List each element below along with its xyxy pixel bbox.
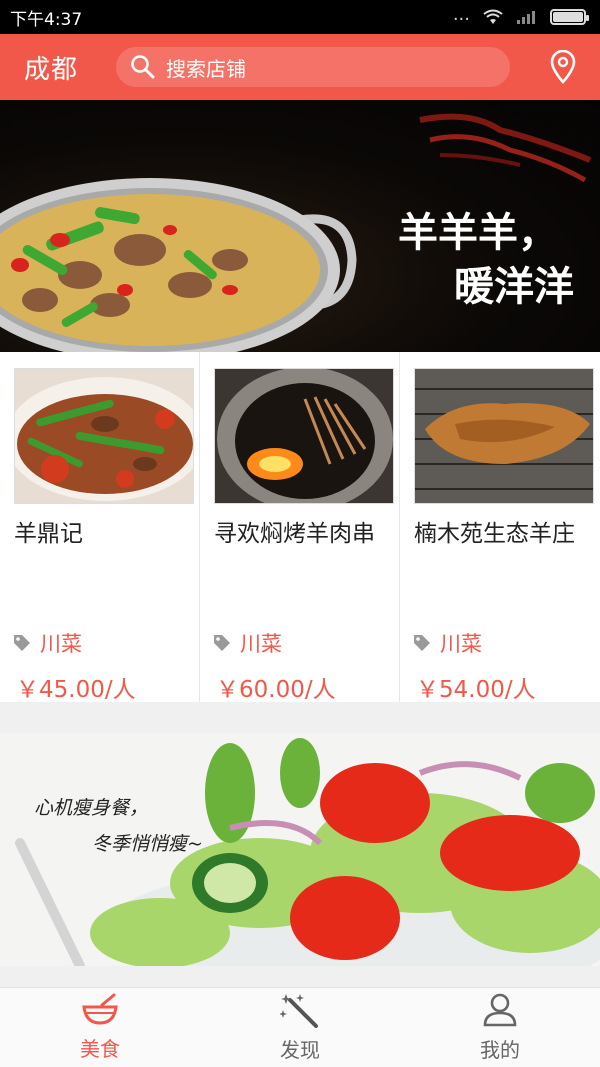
wifi-icon: [483, 9, 503, 24]
salad-image: [0, 733, 600, 966]
restaurant-image: [14, 368, 194, 504]
bowl-icon: [82, 993, 118, 1025]
nav-label-food: 美食: [80, 1037, 120, 1061]
nav-label-mine: 我的: [480, 1038, 520, 1062]
signal-icon: [517, 11, 535, 24]
search-icon: [131, 55, 155, 79]
restaurant-image: [214, 368, 394, 504]
price-per-person: ￥54.00/人: [416, 677, 536, 703]
city-selector[interactable]: 成都: [24, 49, 116, 86]
status-time: 下午4:37: [10, 9, 83, 30]
restaurant-card[interactable]: 楠木苑生态羊庄 川菜 ￥54.00/人: [400, 352, 600, 703]
promo-banner-salad[interactable]: 心机瘦身餐， 冬季悄悄瘦~: [0, 733, 600, 966]
map-pin-icon: [550, 50, 576, 84]
restaurant-card[interactable]: 羊鼎记 川菜 ￥45.00/人: [0, 352, 200, 703]
restaurant-list: 羊鼎记 川菜 ￥45.00/人 寻欢焖烤羊肉串 川菜 ￥60.00/人 楠木苑生…: [0, 352, 600, 703]
price-per-person: ￥45.00/人: [16, 677, 136, 703]
price-per-person: ￥60.00/人: [216, 677, 336, 703]
search-bar[interactable]: 搜索店铺: [116, 47, 510, 87]
top-header: 成都 搜索店铺: [0, 34, 600, 100]
banner-slogan-line1: 羊羊羊，: [398, 209, 558, 256]
search-placeholder: 搜索店铺: [166, 56, 246, 81]
location-button[interactable]: [546, 50, 580, 84]
nav-tab-discover[interactable]: 发现: [200, 988, 400, 1067]
nav-tab-mine[interactable]: 我的: [400, 988, 600, 1067]
nav-tab-food[interactable]: 美食: [0, 988, 200, 1067]
cuisine-label: 川菜: [40, 632, 82, 656]
cuisine-label: 川菜: [240, 632, 282, 656]
tag-icon: [214, 635, 230, 651]
promo-banner-lamb[interactable]: 羊羊羊， 暖洋洋: [0, 100, 600, 352]
banner-slogan: 羊羊羊， 暖洋洋: [398, 206, 574, 314]
restaurant-name: 楠木苑生态羊庄: [414, 521, 575, 547]
bottom-navigation: 美食 发现 我的: [0, 987, 600, 1067]
restaurant-name: 羊鼎记: [14, 521, 83, 547]
tag-icon: [14, 635, 30, 651]
status-bar: 下午4:37 ...: [0, 0, 600, 34]
battery-icon: [550, 9, 589, 25]
magic-wand-icon: [280, 994, 318, 1028]
cuisine-tag: 川菜: [412, 628, 482, 658]
restaurant-name: 寻欢焖烤羊肉串: [214, 521, 375, 547]
tag-icon: [414, 635, 430, 651]
cuisine-tag: 川菜: [212, 628, 282, 658]
nav-label-discover: 发现: [280, 1038, 320, 1062]
promo-line1: 心机瘦身餐，: [34, 797, 149, 819]
restaurant-image: [414, 368, 594, 504]
more-dots-icon: ...: [452, 3, 470, 25]
user-icon: [483, 993, 517, 1027]
cuisine-tag: 川菜: [12, 628, 82, 658]
banner-slogan-line2: 暖洋洋: [454, 263, 574, 310]
restaurant-card[interactable]: 寻欢焖烤羊肉串 川菜 ￥60.00/人: [200, 352, 400, 703]
promo-line2: 冬季悄悄瘦~: [92, 833, 203, 855]
status-icons: ...: [453, 4, 589, 25]
cuisine-label: 川菜: [440, 632, 482, 656]
